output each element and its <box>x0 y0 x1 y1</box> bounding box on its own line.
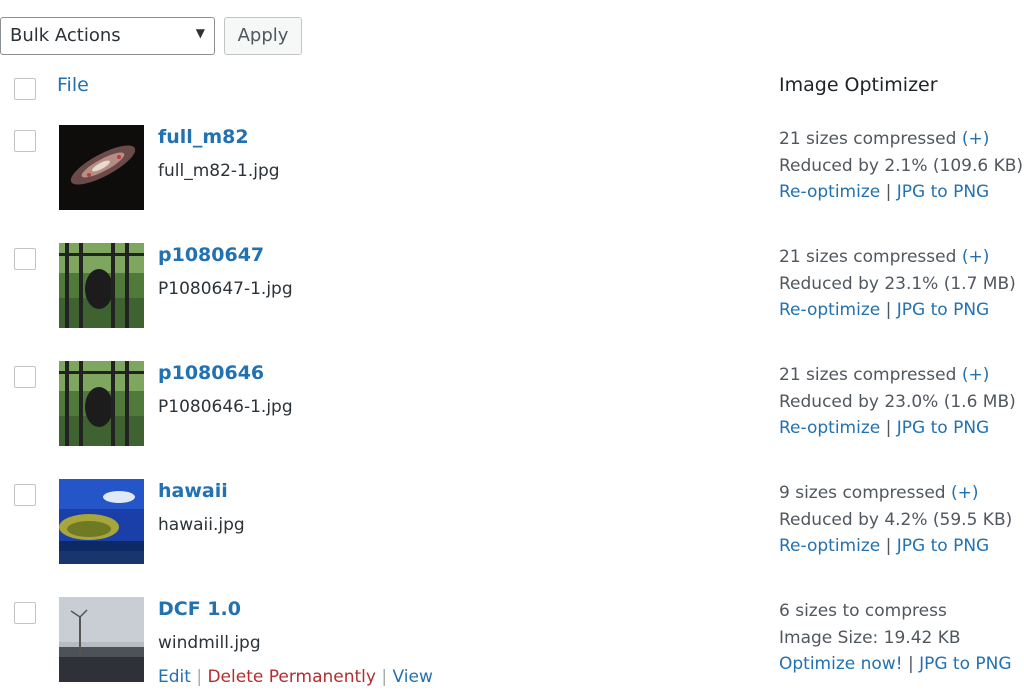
table-row: p1080647 P1080647-1.jpg 21 sizes compres… <box>0 243 1024 361</box>
separator: | <box>196 667 203 687</box>
edit-link[interactable]: Edit <box>158 667 191 687</box>
expand-sizes-link[interactable]: (+) <box>951 483 979 503</box>
separator: | <box>885 300 892 320</box>
table-row: full_m82 full_m82-1.jpg 21 sizes compres… <box>0 125 1024 243</box>
reduction-text: Reduced by 4.2% (59.5 KB) <box>779 509 1013 530</box>
file-name: P1080646-1.jpg <box>158 397 293 417</box>
reoptimize-link[interactable]: Re-optimize <box>779 418 880 438</box>
select-all-checkbox[interactable] <box>14 78 36 100</box>
reoptimize-link[interactable]: Re-optimize <box>779 182 880 202</box>
thumbnail-image[interactable] <box>59 479 144 564</box>
row-checkbox[interactable] <box>14 130 36 152</box>
column-header-image-optimizer: Image Optimizer <box>779 74 938 96</box>
optimizer-status: 21 sizes compressed (+) Reduced by 23.0%… <box>779 362 1016 442</box>
media-title-link[interactable]: p1080646 <box>158 362 264 384</box>
thumbnail-image[interactable] <box>59 125 144 210</box>
reoptimize-link[interactable]: Re-optimize <box>779 300 880 320</box>
separator: | <box>907 654 914 674</box>
separator: | <box>885 182 892 202</box>
expand-sizes-link[interactable]: (+) <box>962 129 990 149</box>
dropdown-arrow-icon: ▼ <box>195 26 205 40</box>
status-text: 9 sizes compressed <box>779 483 946 503</box>
optimizer-status: 6 sizes to compress Image Size: 19.42 KB… <box>779 598 1012 678</box>
optimizer-status: 21 sizes compressed (+) Reduced by 2.1% … <box>779 126 1023 206</box>
row-checkbox[interactable] <box>14 366 36 388</box>
row-checkbox[interactable] <box>14 248 36 270</box>
reoptimize-link[interactable]: Re-optimize <box>779 536 880 556</box>
bulk-actions-value: Bulk Actions <box>10 25 121 46</box>
reduction-text: Reduced by 23.1% (1.7 MB) <box>779 273 1016 294</box>
expand-sizes-link[interactable]: (+) <box>962 365 990 385</box>
expand-sizes-link[interactable]: (+) <box>962 247 990 267</box>
image-size-text: Image Size: 19.42 KB <box>779 627 961 648</box>
optimize-now-link[interactable]: Optimize now! <box>779 654 903 674</box>
media-title-link[interactable]: DCF 1.0 <box>158 598 241 620</box>
view-link[interactable]: View <box>393 667 433 687</box>
bulk-actions-select[interactable]: Bulk Actions ▼ <box>0 17 215 55</box>
table-row: p1080646 P1080646-1.jpg 21 sizes compres… <box>0 361 1024 479</box>
status-text: 21 sizes compressed <box>779 365 957 385</box>
media-title-link[interactable]: full_m82 <box>158 126 249 148</box>
jpg-to-png-link[interactable]: JPG to PNG <box>919 654 1011 674</box>
status-text: 6 sizes to compress <box>779 601 947 621</box>
status-text: 21 sizes compressed <box>779 247 957 267</box>
file-name: hawaii.jpg <box>158 515 245 535</box>
row-checkbox[interactable] <box>14 602 36 624</box>
row-actions: Edit | Delete Permanently | View <box>158 667 433 687</box>
table-row: DCF 1.0 windmill.jpg Edit | Delete Perma… <box>0 597 1024 694</box>
file-name: windmill.jpg <box>158 633 261 653</box>
media-title-link[interactable]: p1080647 <box>158 244 264 266</box>
separator: | <box>381 667 388 687</box>
media-title-link[interactable]: hawaii <box>158 480 228 502</box>
apply-button[interactable]: Apply <box>224 17 302 55</box>
separator: | <box>885 536 892 556</box>
jpg-to-png-link[interactable]: JPG to PNG <box>897 418 989 438</box>
status-text: 21 sizes compressed <box>779 129 957 149</box>
column-header-file[interactable]: File <box>57 74 89 96</box>
thumbnail-image[interactable] <box>59 361 144 446</box>
jpg-to-png-link[interactable]: JPG to PNG <box>897 300 989 320</box>
reduction-text: Reduced by 23.0% (1.6 MB) <box>779 391 1016 412</box>
jpg-to-png-link[interactable]: JPG to PNG <box>897 182 989 202</box>
delete-permanently-link[interactable]: Delete Permanently <box>207 667 376 687</box>
separator: | <box>885 418 892 438</box>
thumbnail-image[interactable] <box>59 243 144 328</box>
jpg-to-png-link[interactable]: JPG to PNG <box>897 536 989 556</box>
thumbnail-image[interactable] <box>59 597 144 682</box>
optimizer-status: 21 sizes compressed (+) Reduced by 23.1%… <box>779 244 1016 324</box>
row-checkbox[interactable] <box>14 484 36 506</box>
table-row: hawaii hawaii.jpg 9 sizes compressed (+)… <box>0 479 1024 597</box>
file-name: full_m82-1.jpg <box>158 161 280 181</box>
reduction-text: Reduced by 2.1% (109.6 KB) <box>779 155 1024 176</box>
file-name: P1080647-1.jpg <box>158 279 293 299</box>
optimizer-status: 9 sizes compressed (+) Reduced by 4.2% (… <box>779 480 1012 560</box>
